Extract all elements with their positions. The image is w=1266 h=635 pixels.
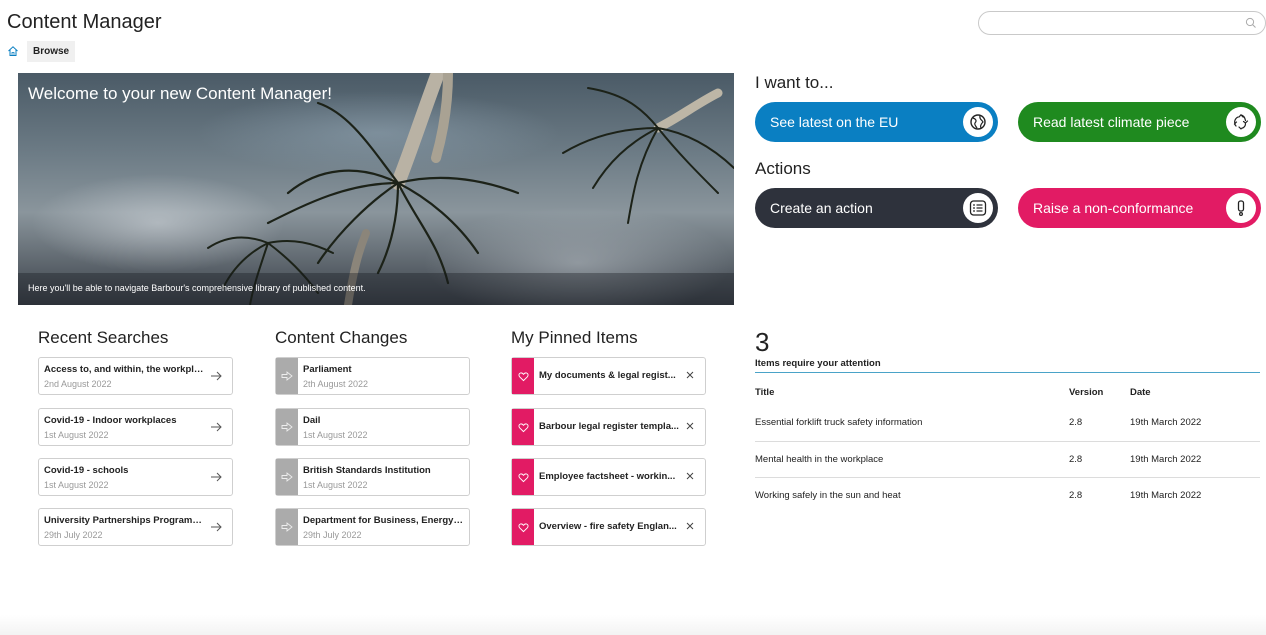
table-header-row: Title Version Date — [755, 380, 1260, 405]
close-icon[interactable] — [685, 521, 695, 531]
breadcrumb-browse[interactable]: Browse — [27, 40, 76, 62]
actions-title: Actions — [755, 159, 811, 178]
content-change-title: Dail — [303, 415, 321, 426]
row-version: 2.8 — [1069, 489, 1083, 501]
recent-search-item[interactable]: Covid-19 - Indoor workplaces 1st August … — [38, 408, 233, 446]
breadcrumb: Browse — [7, 40, 76, 62]
pinned-item[interactable]: Overview - fire safety Englan... — [511, 508, 706, 546]
pinned-item[interactable]: Barbour legal register templa... — [511, 408, 706, 446]
row-version: 2.8 — [1069, 405, 1130, 442]
pinned-item-title: Barbour legal register templa... — [539, 421, 679, 432]
pinned-items-title: My Pinned Items — [511, 328, 638, 347]
row-title[interactable]: Mental health in the workplace — [755, 441, 1069, 478]
content-change-title: Department for Business, Energy ... — [303, 515, 463, 526]
raise-non-conformance-button[interactable]: Raise a non-conformance — [1018, 188, 1261, 228]
attention-divider — [755, 372, 1260, 373]
content-change-date: 1st August 2022 — [303, 430, 368, 440]
heart-icon — [517, 371, 529, 381]
recent-search-item[interactable]: University Partnerships Programm... 29th… — [38, 508, 233, 546]
globe-icon — [963, 107, 993, 137]
pinned-item[interactable]: Employee factsheet - workin... — [511, 458, 706, 496]
recent-searches-title: Recent Searches — [38, 328, 169, 347]
search-box[interactable] — [978, 11, 1266, 35]
content-change-title: Parliament — [303, 364, 352, 375]
app-title: Content Manager — [7, 11, 162, 33]
column-header-version: Version — [1069, 387, 1104, 398]
row-date: 19th March 2022 — [1130, 489, 1202, 501]
recent-search-item[interactable]: Access to, and within, the workplace 2nd… — [38, 357, 233, 395]
table-row[interactable]: Mental health in the workplace 2.8 19th … — [755, 441, 1260, 478]
recent-search-title: University Partnerships Programm... — [44, 515, 204, 526]
content-change-item[interactable]: British Standards Institution 1st August… — [275, 458, 470, 496]
recent-search-date: 29th July 2022 — [44, 530, 103, 540]
attention-count: 3 — [755, 327, 770, 357]
table-row[interactable]: Essential forklift truck safety informat… — [755, 405, 1260, 442]
recycle-icon — [1226, 107, 1256, 137]
hero-banner: Welcome to your new Content Manager! Her… — [18, 73, 734, 305]
content-changes-title: Content Changes — [275, 328, 408, 347]
recent-search-title: Access to, and within, the workplace — [44, 364, 204, 375]
table-row[interactable]: Working safely in the sun and heat 2.8 1… — [755, 477, 1260, 513]
row-title[interactable]: Essential forklift truck safety informat… — [755, 405, 1069, 442]
close-icon[interactable] — [685, 421, 695, 431]
change-arrow-icon — [281, 522, 293, 532]
content-change-date: 29th July 2022 — [303, 530, 362, 540]
read-latest-climate-button[interactable]: Read latest climate piece — [1018, 102, 1261, 142]
content-change-item[interactable]: Department for Business, Energy ... 29th… — [275, 508, 470, 546]
content-change-item[interactable]: Parliament 2th August 2022 — [275, 357, 470, 395]
recent-search-date: 1st August 2022 — [44, 430, 109, 440]
footer-shade — [0, 615, 1266, 635]
recent-search-date: 2nd August 2022 — [44, 379, 112, 389]
attention-table: Title Version Date Essential forklift tr… — [755, 380, 1260, 513]
pinned-item-title: Employee factsheet - workin... — [539, 471, 676, 482]
hero-subtitle: Here you'll be able to navigate Barbour'… — [28, 283, 366, 293]
close-icon[interactable] — [685, 370, 695, 380]
attention-label: Items require your attention — [755, 358, 881, 369]
hero-title: Welcome to your new Content Manager! — [28, 84, 332, 103]
row-date: 19th March 2022 — [1130, 405, 1260, 442]
see-latest-eu-button[interactable]: See latest on the EU — [755, 102, 998, 142]
heart-icon — [517, 422, 529, 432]
see-latest-eu-label: See latest on the EU — [770, 114, 899, 130]
home-icon[interactable] — [7, 45, 19, 57]
content-change-date: 1st August 2022 — [303, 480, 368, 490]
recent-search-title: Covid-19 - schools — [44, 465, 129, 476]
row-date: 19th March 2022 — [1130, 441, 1260, 478]
change-arrow-icon — [281, 422, 293, 432]
raise-non-conformance-label: Raise a non-conformance — [1033, 200, 1194, 216]
content-change-item[interactable]: Dail 1st August 2022 — [275, 408, 470, 446]
close-icon[interactable] — [685, 471, 695, 481]
recent-search-item[interactable]: Covid-19 - schools 1st August 2022 — [38, 458, 233, 496]
arrow-right-icon — [211, 522, 222, 532]
create-action-label: Create an action — [770, 200, 873, 216]
change-arrow-icon — [281, 472, 293, 482]
content-change-title: British Standards Institution — [303, 465, 431, 476]
list-icon — [963, 193, 993, 223]
column-header-date: Date — [1130, 387, 1151, 398]
row-version: 2.8 — [1069, 441, 1130, 478]
read-latest-climate-label: Read latest climate piece — [1033, 114, 1190, 130]
arrow-right-icon — [211, 472, 222, 482]
pinned-item[interactable]: My documents & legal regist... — [511, 357, 706, 395]
heart-icon — [517, 472, 529, 482]
search-input[interactable] — [991, 12, 1241, 34]
row-title[interactable]: Working safely in the sun and heat — [755, 477, 1069, 513]
heart-icon — [517, 522, 529, 532]
pinned-item-title: My documents & legal regist... — [539, 370, 676, 381]
create-action-button[interactable]: Create an action — [755, 188, 998, 228]
arrow-right-icon — [211, 371, 222, 381]
column-header-title: Title — [755, 387, 775, 398]
recent-search-title: Covid-19 - Indoor workplaces — [44, 415, 177, 426]
search-icon[interactable] — [1245, 17, 1257, 29]
exclamation-icon — [1226, 193, 1256, 223]
pinned-item-title: Overview - fire safety Englan... — [539, 521, 677, 532]
arrow-right-icon — [211, 422, 222, 432]
content-change-date: 2th August 2022 — [303, 379, 369, 389]
change-arrow-icon — [281, 371, 293, 381]
palm-tree-image — [18, 73, 734, 305]
recent-search-date: 1st August 2022 — [44, 480, 109, 490]
i-want-to-title: I want to... — [755, 73, 834, 92]
